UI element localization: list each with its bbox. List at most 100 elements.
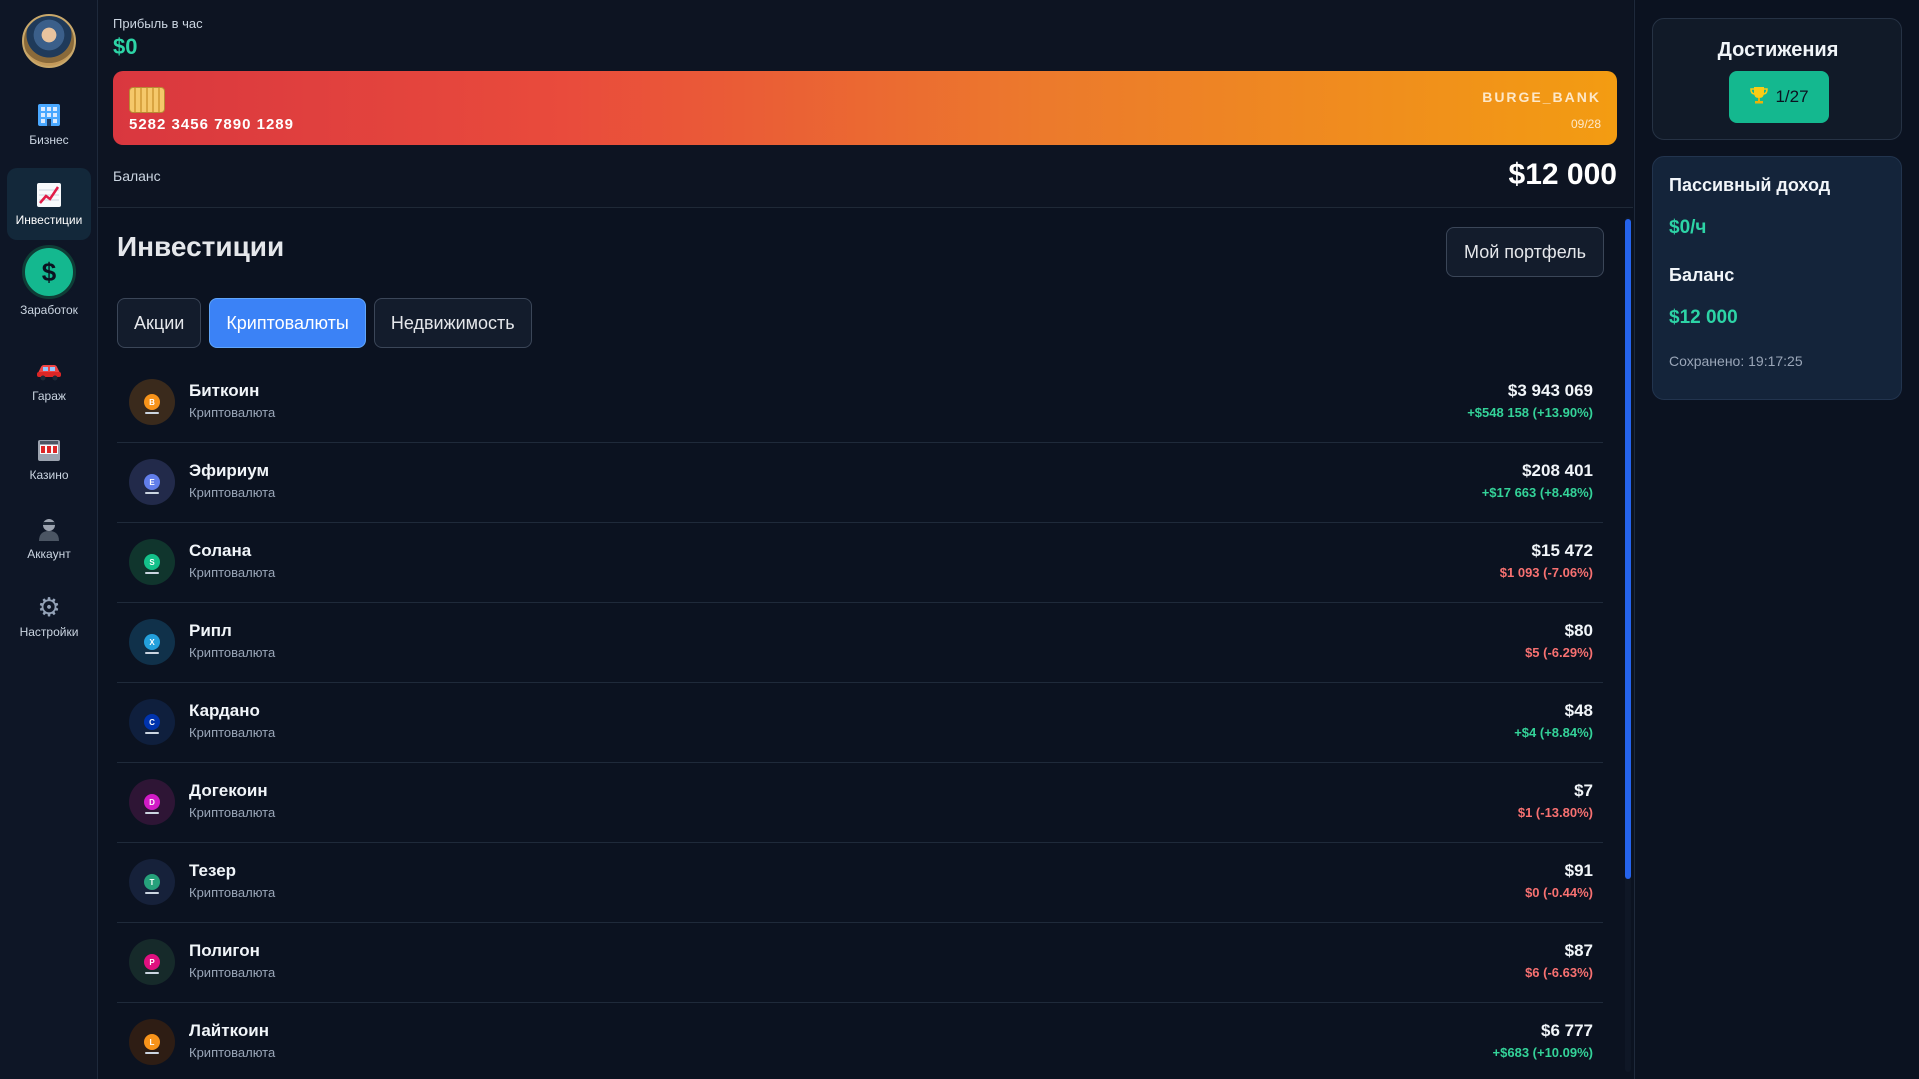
asset-name: Солана (189, 541, 252, 560)
coin-symbol: E (144, 474, 160, 490)
sidebar-item-account[interactable]: Аккаунт (7, 502, 91, 574)
sidebar-item-label: Заработок (20, 303, 78, 317)
asset-type: Криптовалюта (189, 1045, 276, 1060)
coin-symbol: S (144, 554, 160, 570)
list-item[interactable]: L Лайткоин Криптовалюта $6 777 +$683 (+10.09… (117, 1003, 1603, 1079)
balance-value: $12 000 (1508, 158, 1617, 191)
coin-symbol: B (144, 394, 160, 410)
coin-icon: T (129, 859, 175, 905)
asset-name: Эфириум (189, 461, 270, 480)
coin-base-icon (145, 572, 159, 574)
asset-change: +$17 663 (+8.48%) (1481, 485, 1593, 500)
tab-real-estate[interactable]: Недвижимость (373, 298, 532, 348)
sidebar-item-label: Гараж (32, 389, 66, 403)
list-item[interactable]: E Эфириум Криптовалюта $208 401 +$17 663 (+8… (117, 443, 1603, 523)
coin-base-icon (145, 732, 159, 734)
sidebar-item-earnings[interactable]: $ Заработок (7, 238, 91, 324)
main-area: Прибыль в час $0 5282 3456 7890 1289 BUR… (98, 0, 1633, 1079)
passive-income-card: Пассивный доход $0/ч Баланс $12 000 Сохр… (1652, 156, 1902, 400)
sidebar-item-label: Казино (29, 468, 69, 482)
chart-up-icon (35, 181, 63, 209)
balance-label: Баланс (113, 168, 161, 184)
sidebar-item-label: Аккаунт (27, 547, 71, 561)
asset-price: $87 (1564, 941, 1593, 960)
asset-type: Криптовалюта (189, 885, 276, 900)
asset-name: Биткоин (189, 381, 260, 400)
asset-price: $91 (1564, 861, 1593, 880)
right-panel: Достижения 1/27 Пассивный доход $0/ч Бал… (1634, 0, 1919, 1079)
asset-change: $6 (-6.63%) (1525, 965, 1593, 980)
asset-price: $6 777 (1541, 1021, 1593, 1040)
asset-change: +$683 (+10.09%) (1492, 1045, 1593, 1060)
page-title: Инвестиции (117, 231, 285, 262)
list-item[interactable]: P Полигон Криптовалюта $87 $6 (-6.63%) (117, 923, 1603, 1003)
scrollbar-thumb[interactable] (1625, 219, 1631, 879)
list-item[interactable]: X Рипл Криптовалюта $80 $5 (-6.29%) (117, 603, 1603, 683)
sidebar-item-garage[interactable]: Гараж (7, 344, 91, 416)
achievements-count: 1/27 (1775, 87, 1809, 106)
asset-price: $7 (1574, 781, 1593, 800)
list-item[interactable]: D Догекоин Криптовалюта $7 $1 (-13.80%) (117, 763, 1603, 843)
bank-card: 5282 3456 7890 1289 BURGE_BANK 09/28 (113, 71, 1617, 145)
my-portfolio-button[interactable]: Мой портфель (1446, 227, 1604, 277)
card-chip-icon (129, 87, 165, 113)
trophy-icon (1749, 85, 1769, 110)
avatar[interactable] (22, 14, 76, 68)
card-bank-name: BURGE_BANK (1482, 89, 1601, 105)
coin-symbol: X (144, 634, 160, 650)
coin-base-icon (145, 492, 159, 494)
coin-symbol: C (144, 714, 160, 730)
asset-type: Криптовалюта (189, 405, 276, 420)
asset-type: Криптовалюта (189, 805, 276, 820)
panel-balance-value: $12 000 (1669, 307, 1738, 328)
sidebar-item-investments[interactable]: Инвестиции (7, 168, 91, 240)
coin-symbol: P (144, 954, 160, 970)
sidebar-item-casino[interactable]: Казино (7, 423, 91, 495)
investments-panel: Инвестиции Мой портфель Акции Криптовалю… (98, 209, 1633, 1079)
asset-type: Криптовалюта (189, 565, 276, 580)
asset-change: $5 (-6.29%) (1525, 645, 1593, 660)
sidebar-item-label: Бизнес (29, 133, 69, 147)
tab-stocks[interactable]: Акции (117, 298, 202, 348)
asset-change: $1 093 (-7.06%) (1499, 565, 1593, 580)
achievements-button[interactable]: 1/27 (1729, 71, 1829, 123)
asset-type: Криптовалюта (189, 645, 276, 660)
list-item[interactable]: C Кардано Криптовалюта $48 +$4 (+8.84%) (117, 683, 1603, 763)
car-icon (35, 357, 63, 385)
list-item[interactable]: T Тезер Криптовалюта $91 $0 (-0.44%) (117, 843, 1603, 923)
dollar-icon: $ (22, 245, 76, 299)
asset-change: $0 (-0.44%) (1525, 885, 1593, 900)
coin-icon: C (129, 699, 175, 745)
coin-icon: S (129, 539, 175, 585)
asset-change: +$4 (+8.84%) (1514, 725, 1593, 740)
coin-base-icon (145, 972, 159, 974)
sidebar-item-label: Настройки (19, 625, 79, 639)
sidebar: Бизнес Инвестиции $ Заработок Гараж Кази… (0, 0, 98, 1079)
coin-icon: X (129, 619, 175, 665)
passive-income-title: Пассивный доход (1669, 175, 1831, 195)
coin-symbol: D (144, 794, 160, 810)
gear-icon: ⚙ (37, 591, 61, 622)
tab-crypto[interactable]: Криптовалюты (209, 298, 366, 348)
list-item[interactable]: B Биткоин Криптовалюта $3 943 069 +$548 158 … (117, 363, 1603, 443)
profit-per-hour-value: $0 (113, 34, 138, 59)
coin-base-icon (145, 1052, 159, 1054)
sidebar-item-settings[interactable]: ⚙ Настройки (7, 580, 91, 652)
slot-machine-icon (35, 436, 63, 464)
asset-change: +$548 158 (+13.90%) (1467, 405, 1593, 420)
coin-icon: D (129, 779, 175, 825)
passive-income-value: $0/ч (1669, 217, 1707, 238)
header: Прибыль в час $0 5282 3456 7890 1289 BUR… (98, 0, 1633, 208)
list-item[interactable]: S Солана Криптовалюта $15 472 $1 093 (-7.06%… (117, 523, 1603, 603)
achievements-title: Достижения (1717, 39, 1839, 61)
sidebar-item-business[interactable]: Бизнес (7, 88, 91, 160)
asset-type: Криптовалюта (189, 725, 276, 740)
coin-symbol: T (144, 874, 160, 890)
coin-base-icon (145, 812, 159, 814)
asset-type: Криптовалюта (189, 965, 276, 980)
asset-price: $80 (1564, 621, 1593, 640)
building-icon (35, 101, 63, 129)
asset-change: $1 (-13.80%) (1517, 805, 1593, 820)
coin-icon: B (129, 379, 175, 425)
profit-per-hour-label: Прибыль в час (113, 16, 203, 31)
